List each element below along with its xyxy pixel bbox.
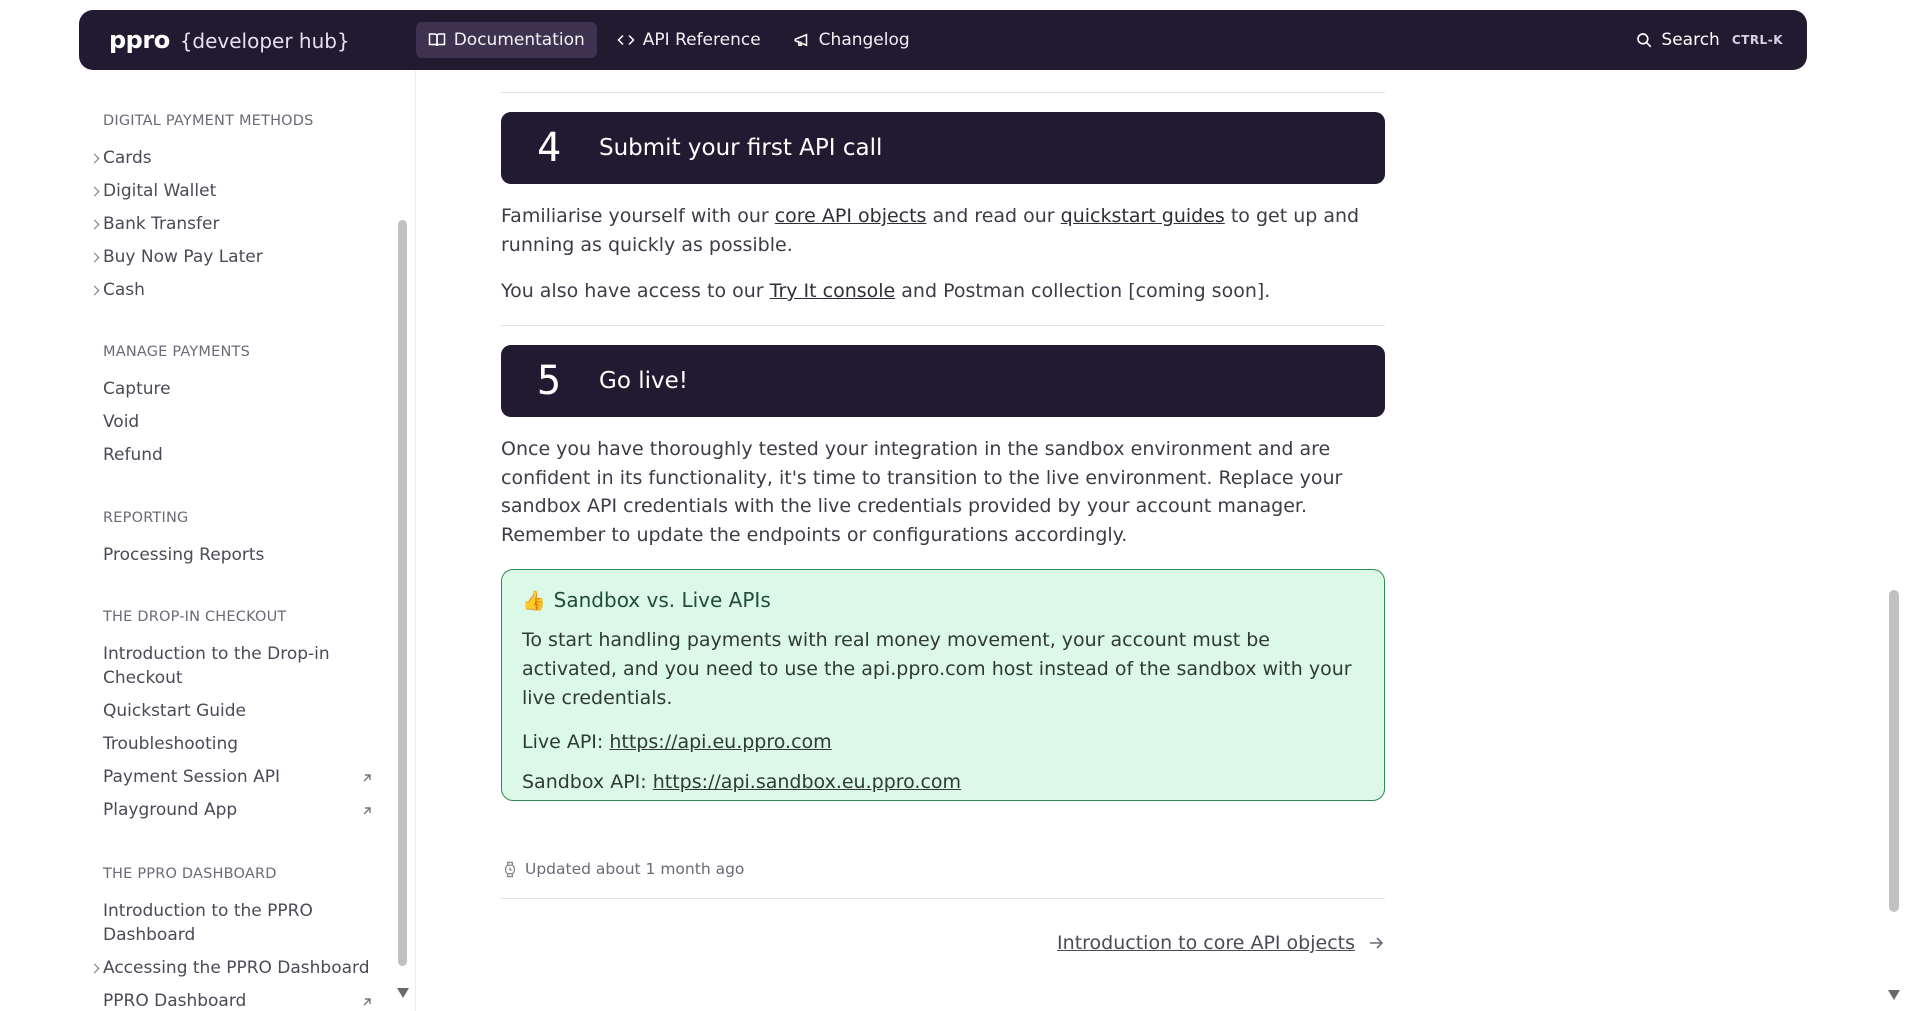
sandbox-vs-live-callout: 👍 Sandbox vs. Live APIs To start handlin… [501,569,1385,801]
tab-changelog[interactable]: Changelog [781,22,922,58]
sidebar-item-cards[interactable]: Cards [103,146,152,170]
search-label: Search [1661,30,1720,50]
live-api-line: Live API: https://api.eu.ppro.com [522,731,1364,753]
sidebar-item-quickstart-guide[interactable]: Quickstart Guide [103,699,246,723]
callout-body: To start handling payments with real mon… [522,629,1352,709]
sidebar-item-drop-in-intro[interactable]: Introduction to the Drop-in Checkout [103,642,333,690]
tab-documentation[interactable]: Documentation [415,22,597,58]
book-icon [428,33,445,47]
sidebar-item-payment-session-api[interactable]: Payment Session API [103,765,280,789]
last-updated: Updated about 1 month ago [503,860,744,878]
sandbox-api-link[interactable]: https://api.sandbox.eu.ppro.com [653,771,961,793]
text: Familiarise yourself with our [501,205,775,227]
next-page-label: Introduction to core API objects [1057,932,1355,954]
sidebar-item-bank-transfer[interactable]: Bank Transfer [103,212,219,236]
live-api-label: Live API: [522,731,610,753]
page-scroll-down-arrow[interactable] [1888,990,1900,1000]
last-updated-text: Updated about 1 month ago [525,860,745,878]
search-icon [1637,33,1652,48]
footer-divider [501,898,1385,899]
text: and Postman collection [coming soon]. [895,280,1271,302]
step-4-paragraph: Familiarise yourself with our core API o… [501,202,1385,259]
tab-api-reference-label: API Reference [642,30,761,50]
sidebar-divider [415,70,416,1011]
sidebar: DIGITAL PAYMENT METHODS Cards Digital Wa… [79,70,415,1011]
sidebar-section-title: THE DROP-IN CHECKOUT [103,609,287,625]
sidebar-item-ppro-dashboard[interactable]: PPRO Dashboard [103,989,246,1011]
sidebar-item-troubleshooting[interactable]: Troubleshooting [103,732,238,756]
search-button[interactable]: Search CTRL-K [1635,30,1783,50]
step-number: 4 [537,125,562,171]
step-5-paragraph: Once you have thoroughly tested your int… [501,438,1343,546]
sidebar-item-cash[interactable]: Cash [103,278,145,302]
external-link-icon [363,998,371,1006]
logo[interactable]: ppro {developer hub} [109,26,350,54]
tab-documentation-label: Documentation [453,30,585,50]
tab-api-reference[interactable]: API Reference [605,22,773,58]
sidebar-item-processing-reports[interactable]: Processing Reports [103,543,264,567]
sidebar-section-title: REPORTING [103,510,189,526]
external-link-icon [363,774,371,782]
live-api-link[interactable]: https://api.eu.ppro.com [609,731,831,753]
quickstart-guides-link[interactable]: quickstart guides [1061,205,1225,227]
sidebar-item-void[interactable]: Void [103,410,139,434]
sidebar-item-refund[interactable]: Refund [103,443,163,467]
tab-changelog-label: Changelog [818,30,910,50]
sidebar-section-title: MANAGE PAYMENTS [103,344,250,360]
page-scrollbar-thumb[interactable] [1889,590,1899,912]
callout-title-text: Sandbox vs. Live APIs [553,588,771,612]
sidebar-item-accessing-dashboard[interactable]: Accessing the PPRO Dashboard [103,956,370,980]
step-4-paragraph-2: You also have access to our Try It conso… [501,277,1385,306]
megaphone-icon [794,33,807,47]
sidebar-section-title: DIGITAL PAYMENT METHODS [103,113,314,129]
core-api-objects-link[interactable]: core API objects [775,205,927,227]
sidebar-item-digital-wallet[interactable]: Digital Wallet [103,179,216,203]
step-5-header: 5 Go live! [501,345,1385,417]
top-navigation-bar: ppro {developer hub} Documentation API R… [79,10,1807,70]
next-page-link[interactable]: Introduction to core API objects [1057,932,1385,954]
external-link-icon [363,807,371,815]
sidebar-item-playground-app[interactable]: Playground App [103,798,237,822]
sidebar-section-title: THE PPRO DASHBOARD [103,866,277,882]
section-divider [501,92,1385,93]
section-divider [501,325,1385,326]
text: You also have access to our [501,280,770,302]
code-brackets-icon [617,34,635,46]
sandbox-api-label: Sandbox API: [522,771,653,793]
step-4-header: 4 Submit your first API call [501,112,1385,184]
sidebar-item-ppro-dashboard-intro[interactable]: Introduction to the PPRO Dashboard [103,899,333,947]
logo-text: {developer hub} [179,29,350,53]
sidebar-item-capture[interactable]: Capture [103,377,171,401]
step-title: Submit your first API call [599,135,883,161]
logo-mark: ppro [109,26,170,54]
sidebar-scroll-down-arrow[interactable] [397,988,409,998]
watch-icon [505,861,515,877]
sandbox-api-line: Sandbox API: https://api.sandbox.eu.ppro… [522,771,1364,793]
try-it-console-link[interactable]: Try It console [770,280,896,302]
search-shortcut: CTRL-K [1731,33,1783,47]
thumbs-up-icon: 👍 [522,589,546,612]
callout-title: 👍 Sandbox vs. Live APIs [522,588,1364,612]
step-title: Go live! [599,368,688,394]
text: and read our [926,205,1061,227]
arrow-right-icon [1370,937,1384,949]
step-number: 5 [537,358,562,404]
sidebar-item-buy-now-pay-later[interactable]: Buy Now Pay Later [103,245,263,269]
sidebar-scrollbar-thumb[interactable] [398,220,407,966]
